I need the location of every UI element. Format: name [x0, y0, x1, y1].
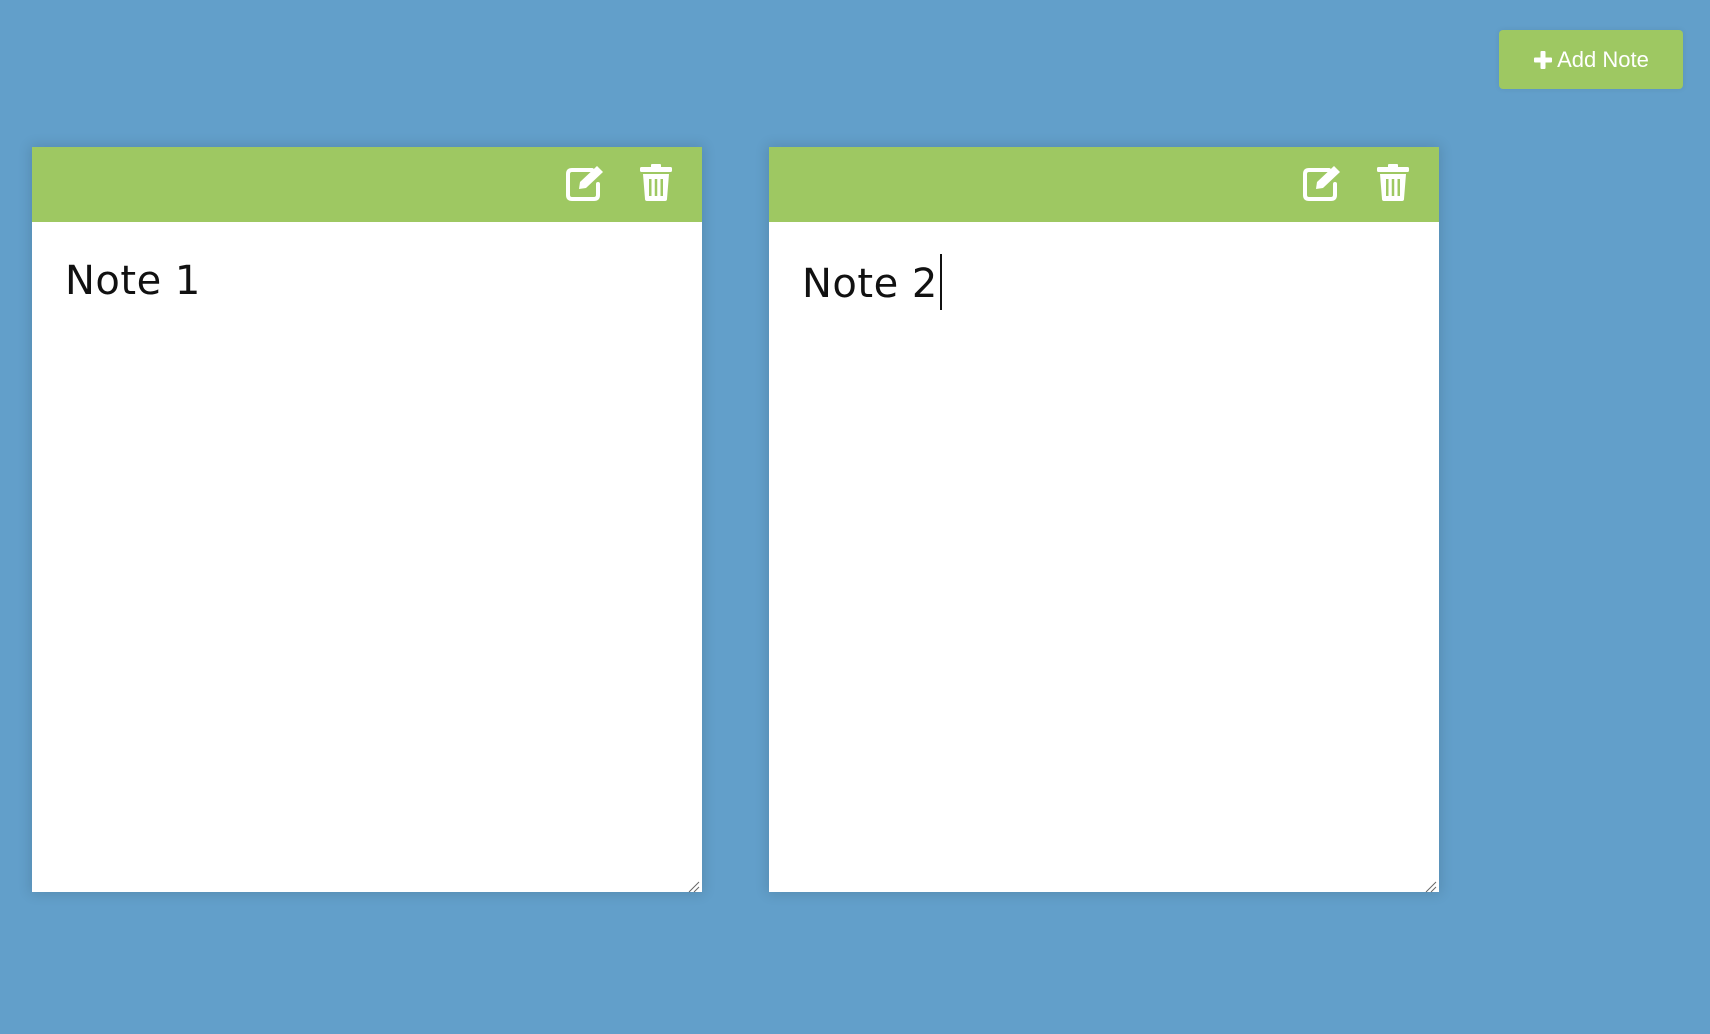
edit-icon — [565, 162, 607, 206]
edit-icon — [1302, 162, 1344, 206]
resize-grip-icon[interactable] — [688, 878, 700, 893]
text-caret — [939, 254, 942, 310]
note-card: Note 2 — [769, 147, 1439, 893]
trash-icon — [1377, 163, 1409, 206]
note-header — [32, 147, 702, 222]
delete-note-button[interactable] — [1371, 163, 1415, 207]
add-note-button[interactable]: Add Note — [1499, 30, 1683, 89]
resize-grip-icon[interactable] — [1425, 878, 1437, 893]
note-text-wrapper: Note 2 — [802, 254, 942, 314]
notes-container: Note 1 Note 2 — [32, 147, 1439, 893]
note-card: Note 1 — [32, 147, 702, 893]
edit-note-button[interactable] — [1301, 162, 1345, 207]
note-text: Note 2 — [802, 261, 938, 307]
note-textarea[interactable]: Note 2 — [769, 222, 1439, 893]
note-textarea[interactable]: Note 1 — [32, 222, 702, 893]
note-header — [769, 147, 1439, 222]
trash-icon — [640, 163, 672, 206]
edit-note-button[interactable] — [564, 162, 608, 207]
add-note-label: Add Note — [1557, 46, 1649, 72]
note-text: Note 1 — [65, 258, 201, 304]
delete-note-button[interactable] — [634, 163, 678, 207]
plus-icon — [1533, 50, 1553, 70]
